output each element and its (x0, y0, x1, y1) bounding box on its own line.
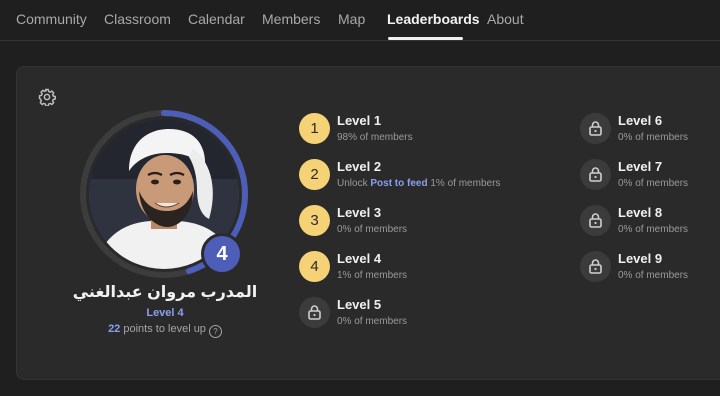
tab-community[interactable]: Community (16, 11, 87, 27)
lock-icon (580, 205, 611, 236)
gear-icon[interactable] (38, 88, 56, 106)
lock-icon (580, 159, 611, 190)
level-members: 0% of members (337, 316, 408, 327)
level-members: 0% of members (618, 132, 689, 143)
tab-map[interactable]: Map (338, 11, 365, 27)
level-members: 98% of members (337, 132, 413, 143)
points-suffix: points to level up (123, 323, 206, 335)
level-members: 0% of members (618, 178, 689, 189)
level-members: 1% of members (337, 270, 408, 281)
level-members: 0% of members (337, 224, 408, 235)
points-count: 22 (108, 323, 121, 335)
lock-icon (299, 297, 330, 328)
level-badge-4: 4 (299, 251, 330, 282)
unlock-prefix: Unlock (337, 178, 368, 189)
level-members: 0% of members (618, 224, 689, 235)
level-title: Level 2 (337, 159, 382, 174)
user-level-label: Level 4 (146, 307, 184, 319)
tab-leaderboards[interactable]: Leaderboards (387, 11, 480, 27)
current-level-badge: 4 (201, 233, 243, 275)
level-title: Level 8 (618, 205, 663, 220)
level-title: Level 9 (618, 251, 663, 266)
level-members-percent: 1% of members (430, 178, 501, 189)
lock-icon (580, 251, 611, 282)
tab-members[interactable]: Members (262, 11, 320, 27)
level-badge-2: 2 (299, 159, 330, 190)
points-to-level: 22 points to level up? (90, 323, 240, 338)
tab-classroom[interactable]: Classroom (104, 11, 171, 27)
question-icon[interactable]: ? (208, 325, 222, 338)
lock-icon (580, 113, 611, 144)
post-to-feed-link[interactable]: Post to feed (370, 178, 427, 189)
level-title: Level 4 (337, 251, 382, 266)
level-badge-1: 1 (299, 113, 330, 144)
active-tab-indicator (388, 37, 463, 40)
level-title: Level 7 (618, 159, 663, 174)
level-title: Level 5 (337, 297, 382, 312)
level-members: 0% of members (618, 270, 689, 281)
user-name[interactable]: المدرب مروان عبدالغني (50, 282, 280, 302)
tab-calendar[interactable]: Calendar (188, 11, 245, 27)
level-members: Unlock Post to feed 1% of members (337, 178, 500, 189)
level-title: Level 1 (337, 113, 382, 128)
level-title: Level 3 (337, 205, 382, 220)
level-badge-3: 3 (299, 205, 330, 236)
tab-about[interactable]: About (487, 11, 524, 27)
level-title: Level 6 (618, 113, 663, 128)
top-nav: Community Classroom Calendar Members Map… (0, 0, 720, 41)
